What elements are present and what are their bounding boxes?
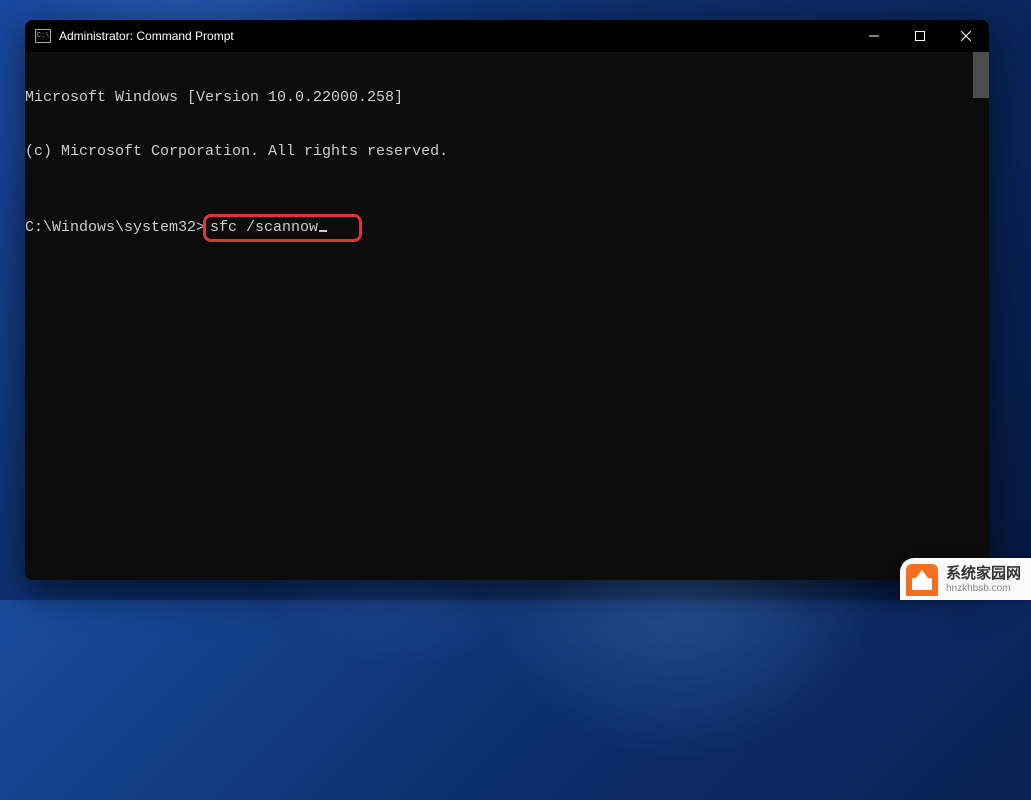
window-title: Administrator: Command Prompt [59,29,234,43]
terminal-output[interactable]: Microsoft Windows [Version 10.0.22000.25… [25,52,989,580]
copyright-line: (c) Microsoft Corporation. All rights re… [25,143,989,161]
watermark-url: hnzkhbsb.com [946,583,1021,594]
prompt-line: C:\Windows\system32> sfc /scannow [25,214,989,242]
command-prompt-window: C:\ Administrator: Command Prompt Micros… [25,20,989,580]
titlebar[interactable]: C:\ Administrator: Command Prompt [25,20,989,52]
close-icon [961,31,971,41]
maximize-button[interactable] [897,20,943,52]
cmd-icon: C:\ [35,29,51,43]
watermark-badge: 系统家园网 hnzkhbsb.com [900,558,1031,600]
minimize-button[interactable] [851,20,897,52]
prompt-path: C:\Windows\system32> [25,219,205,237]
scrollbar-thumb[interactable] [973,52,989,98]
typed-command: sfc /scannow [210,219,318,237]
version-line: Microsoft Windows [Version 10.0.22000.25… [25,89,989,107]
text-cursor [319,230,327,232]
close-button[interactable] [943,20,989,52]
minimize-icon [869,31,879,41]
maximize-icon [915,31,925,41]
house-icon [906,564,938,596]
command-highlight: sfc /scannow [203,214,362,242]
window-controls [851,20,989,52]
watermark-title: 系统家园网 [946,566,1021,583]
